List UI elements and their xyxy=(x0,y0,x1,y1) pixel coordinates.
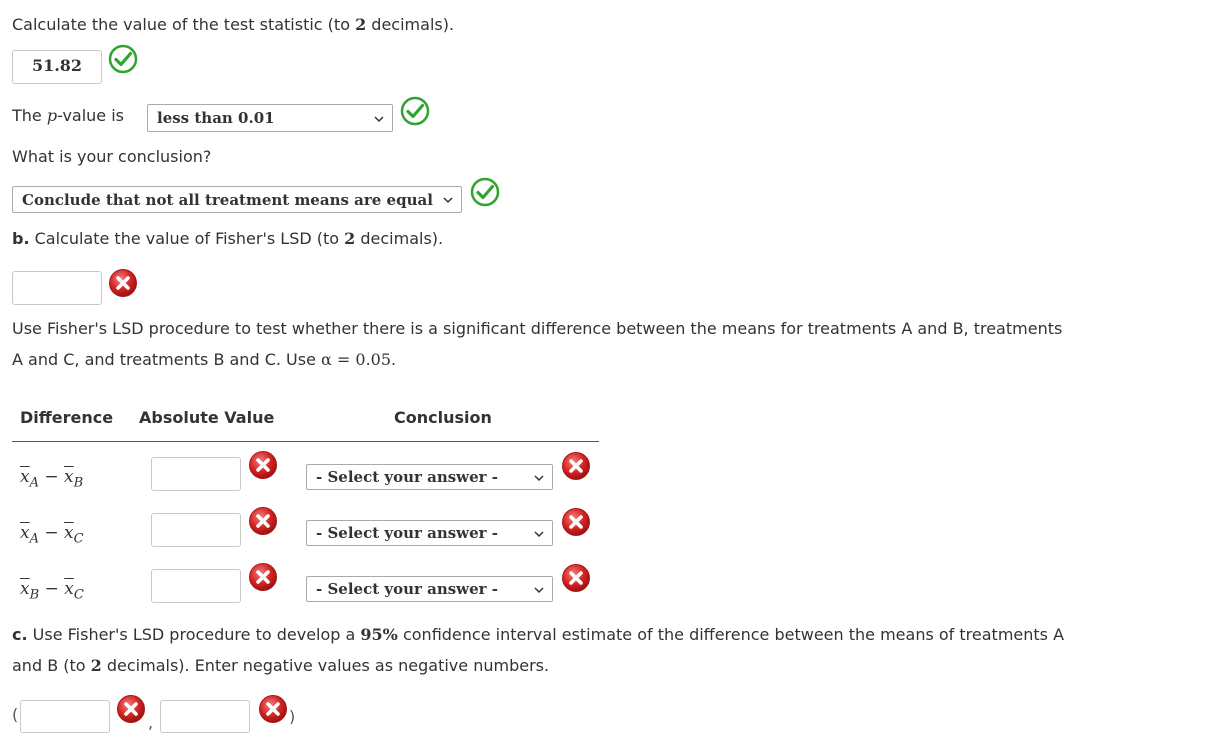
header-conclusion: Conclusion xyxy=(394,408,492,427)
xbar-symbol: x xyxy=(64,467,74,487)
part-c-line2-end: decimals). Enter negative values as nega… xyxy=(101,656,550,675)
conclusion-selected: Conclude that not all treatment means ar… xyxy=(22,191,433,209)
comma-separator: , xyxy=(148,713,154,732)
test-statistic-prompt: Calculate the value of the test statisti… xyxy=(12,15,454,34)
p-value-label: The p-value is xyxy=(12,106,124,125)
xbar-symbol: x xyxy=(64,579,74,599)
alpha-value: α = 0.05 xyxy=(321,350,392,369)
abs-value-input-a-b[interactable] xyxy=(151,457,241,491)
header-difference: Difference xyxy=(20,408,114,427)
subscript: A xyxy=(29,475,39,491)
lsd-intro-period: . xyxy=(391,350,397,369)
table-header-divider xyxy=(12,441,599,442)
p-value-selected: less than 0.01 xyxy=(157,109,275,127)
p-value-label-pre: The xyxy=(12,106,47,125)
minus-sign: − xyxy=(44,579,59,599)
xbar-symbol: x xyxy=(20,467,30,487)
chevron-down-icon xyxy=(533,472,545,484)
minus-sign: − xyxy=(44,523,59,543)
chevron-down-icon xyxy=(533,528,545,540)
part-c-line2-text: and B (to xyxy=(12,656,91,675)
part-b-prompt: b. Calculate the value of Fisher's LSD (… xyxy=(12,229,443,248)
confidence-percent: 95% xyxy=(360,625,398,644)
lsd-intro-line2: A and C, and treatments B and C. Use α =… xyxy=(12,350,396,369)
decimals-number: 2 xyxy=(344,229,356,248)
xbar-symbol: x xyxy=(20,523,30,543)
part-c-text-end: confidence interval estimate of the diff… xyxy=(397,625,1065,644)
part-c-text: Use Fisher's LSD procedure to develop a xyxy=(27,625,361,644)
p-symbol: p xyxy=(46,106,58,125)
x-circle-icon xyxy=(116,694,146,724)
test-statistic-input[interactable]: 51.82 xyxy=(12,50,102,84)
conclusion-select[interactable]: Conclude that not all treatment means ar… xyxy=(12,186,462,213)
header-absolute-value: Absolute Value xyxy=(139,408,275,427)
x-circle-icon xyxy=(248,450,278,480)
p-value-label-post: -value is xyxy=(57,106,125,125)
x-circle-icon xyxy=(561,451,591,481)
x-circle-icon xyxy=(561,563,591,593)
select-placeholder: - Select your answer - xyxy=(316,468,498,486)
decimals-number: 2 xyxy=(355,15,367,34)
select-placeholder: - Select your answer - xyxy=(316,524,498,542)
xbar-symbol: x xyxy=(20,579,30,599)
subscript: B xyxy=(29,587,40,603)
lsd-intro-line2-text: A and C, and treatments B and C. Use xyxy=(12,350,322,369)
chevron-down-icon xyxy=(373,113,385,125)
conclusion-select-b-c[interactable]: - Select your answer - xyxy=(306,576,553,602)
subscript: C xyxy=(73,587,84,603)
decimals-number: 2 xyxy=(90,656,102,675)
part-c-line1: c. Use Fisher's LSD procedure to develop… xyxy=(12,625,1064,644)
x-circle-icon xyxy=(561,507,591,537)
select-placeholder: - Select your answer - xyxy=(316,580,498,598)
xbar-symbol: x xyxy=(64,523,74,543)
x-circle-icon xyxy=(248,506,278,536)
difference-label-a-b: xA − xB xyxy=(20,467,83,490)
subscript: B xyxy=(73,475,84,491)
x-circle-icon xyxy=(248,562,278,592)
test-statistic-prompt-end: decimals). xyxy=(366,15,455,34)
chevron-down-icon xyxy=(533,584,545,596)
check-circle-icon xyxy=(470,177,500,207)
part-c-letter: c. xyxy=(12,625,28,644)
subscript: A xyxy=(29,531,39,547)
open-paren: ( xyxy=(12,705,19,724)
conclusion-select-a-c[interactable]: - Select your answer - xyxy=(306,520,553,546)
conclusion-prompt: What is your conclusion? xyxy=(12,147,212,166)
ci-upper-input[interactable] xyxy=(160,700,250,733)
difference-label-b-c: xB − xC xyxy=(20,579,84,602)
check-circle-icon xyxy=(400,96,430,126)
part-b-letter: b. xyxy=(12,229,30,248)
chevron-down-icon xyxy=(442,194,454,206)
close-paren: ) xyxy=(289,707,296,726)
lsd-intro-line1: Use Fisher's LSD procedure to test wheth… xyxy=(12,319,1063,338)
p-value-select[interactable]: less than 0.01 xyxy=(147,104,393,132)
check-circle-icon xyxy=(108,44,138,74)
x-circle-icon xyxy=(258,694,288,724)
minus-sign: − xyxy=(44,467,59,487)
ci-lower-input[interactable] xyxy=(20,700,110,733)
fisher-lsd-input[interactable] xyxy=(12,271,102,305)
x-circle-icon xyxy=(108,268,138,298)
part-b-text-end: decimals). xyxy=(355,229,444,248)
subscript: C xyxy=(73,531,84,547)
conclusion-select-a-b[interactable]: - Select your answer - xyxy=(306,464,553,490)
test-statistic-prompt-text: Calculate the value of the test statisti… xyxy=(12,15,356,34)
part-b-text: Calculate the value of Fisher's LSD (to xyxy=(29,229,345,248)
difference-label-a-c: xA − xC xyxy=(20,523,84,546)
abs-value-input-a-c[interactable] xyxy=(151,513,241,547)
abs-value-input-b-c[interactable] xyxy=(151,569,241,603)
part-c-line2: and B (to 2 decimals). Enter negative va… xyxy=(12,656,549,675)
